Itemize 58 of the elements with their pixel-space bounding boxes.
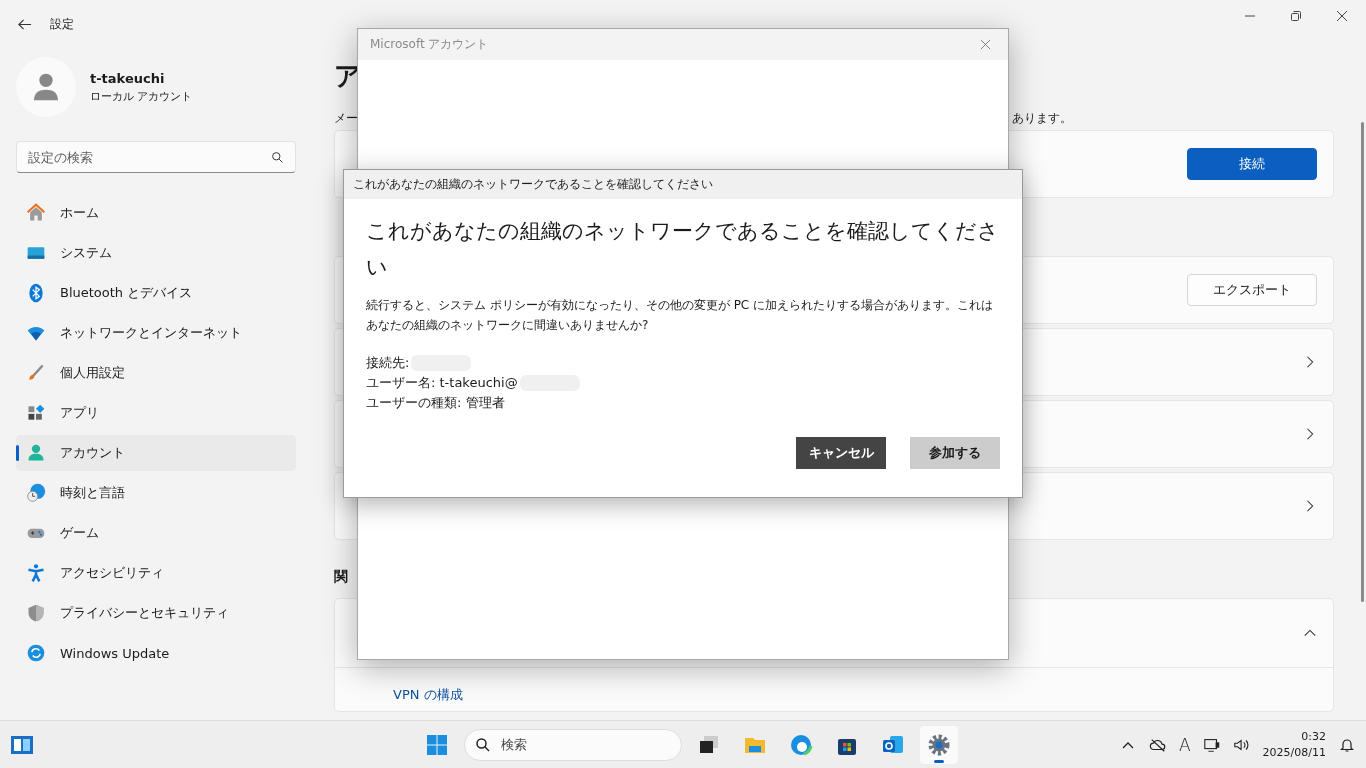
join-button[interactable]: 参加する bbox=[910, 437, 1000, 469]
nav-item[interactable]: プライバシーとセキュリティ bbox=[16, 595, 296, 631]
network-icon[interactable] bbox=[1202, 736, 1221, 753]
search-icon bbox=[271, 151, 284, 164]
window-title: 設定 bbox=[50, 15, 74, 33]
cancel-button[interactable]: キャンセル bbox=[796, 437, 886, 469]
nav-item[interactable]: システム bbox=[16, 235, 296, 271]
description-text: あります。 bbox=[1012, 110, 1072, 127]
section-heading: 関 bbox=[334, 568, 349, 586]
cloud-off-icon[interactable] bbox=[1148, 736, 1167, 753]
account-type: ローカル アカウント bbox=[90, 88, 193, 104]
apps-icon bbox=[26, 403, 46, 423]
window-title: Microsoft アカウント bbox=[370, 36, 489, 53]
dialog-heading: これがあなたの組織のネットワークであることを確認してください bbox=[366, 218, 1000, 281]
sync-icon bbox=[26, 643, 46, 663]
bluetooth-icon bbox=[26, 283, 46, 303]
house-icon bbox=[26, 203, 46, 223]
person-icon bbox=[26, 443, 46, 463]
nav-item[interactable]: アプリ bbox=[16, 395, 296, 431]
dialog-message: 続行すると、システム ポリシーが有効になったり、その他の変更が PC に加えられたりする場合があります。これはあなたの組織のネットワークに間違いありませんか? bbox=[366, 297, 995, 334]
windows-logo-icon bbox=[425, 732, 449, 757]
description-text: メー bbox=[334, 110, 358, 127]
user-name: t-takeuchi bbox=[90, 70, 166, 86]
nav-item[interactable]: アクセシビリティ bbox=[16, 555, 296, 591]
input-method-indicator[interactable]: A bbox=[1178, 734, 1191, 755]
nav-item[interactable]: Bluetooth とデバイス bbox=[16, 275, 296, 311]
nav-item[interactable]: ホーム bbox=[16, 195, 296, 231]
speaker-icon[interactable] bbox=[1232, 736, 1251, 753]
gear-icon bbox=[927, 732, 951, 757]
widgets-icon[interactable] bbox=[10, 733, 34, 757]
nav-item[interactable]: 時刻と言語 bbox=[16, 475, 296, 511]
nav-item[interactable]: ネットワークとインターネット bbox=[16, 315, 296, 351]
bell-icon[interactable] bbox=[1338, 736, 1356, 753]
running-indicator bbox=[934, 759, 944, 763]
detail-text: ユーザーの種類: 管理者 bbox=[366, 394, 505, 412]
detail-text: 接続先: bbox=[366, 354, 410, 372]
export-button[interactable]: エクスポート bbox=[1187, 274, 1317, 306]
selection-indicator bbox=[16, 445, 19, 461]
accessibility-icon bbox=[26, 563, 46, 583]
connect-button[interactable]: 接続 bbox=[1187, 148, 1317, 180]
vpn-link[interactable]: VPN の構成 bbox=[393, 687, 463, 702]
shield-icon bbox=[26, 603, 46, 623]
detail-text: ユーザー名: t-takeuchi@ bbox=[366, 374, 518, 392]
clock[interactable]: 0:32 2025/08/11 bbox=[1262, 728, 1326, 761]
search-icon bbox=[475, 736, 491, 753]
paintbrush-icon bbox=[26, 363, 46, 383]
nav-item[interactable]: ゲーム bbox=[16, 515, 296, 551]
nav-item[interactable]: Windows Update bbox=[16, 635, 296, 671]
browser-icon bbox=[789, 732, 813, 757]
nav-item[interactable]: 個人用設定 bbox=[16, 355, 296, 391]
nav-item[interactable]: アカウント bbox=[16, 435, 296, 471]
clock-globe-icon bbox=[26, 483, 46, 503]
close-icon[interactable] bbox=[1336, 10, 1348, 22]
taskbar-search-field[interactable]: 検索 bbox=[464, 728, 682, 761]
search-field[interactable]: 設定の検索 bbox=[16, 141, 296, 173]
dialog-title: これがあなたの組織のネットワークであることを確認してください bbox=[344, 170, 1022, 199]
restore-icon[interactable] bbox=[1290, 10, 1302, 22]
scrollbar[interactable] bbox=[1361, 122, 1364, 602]
